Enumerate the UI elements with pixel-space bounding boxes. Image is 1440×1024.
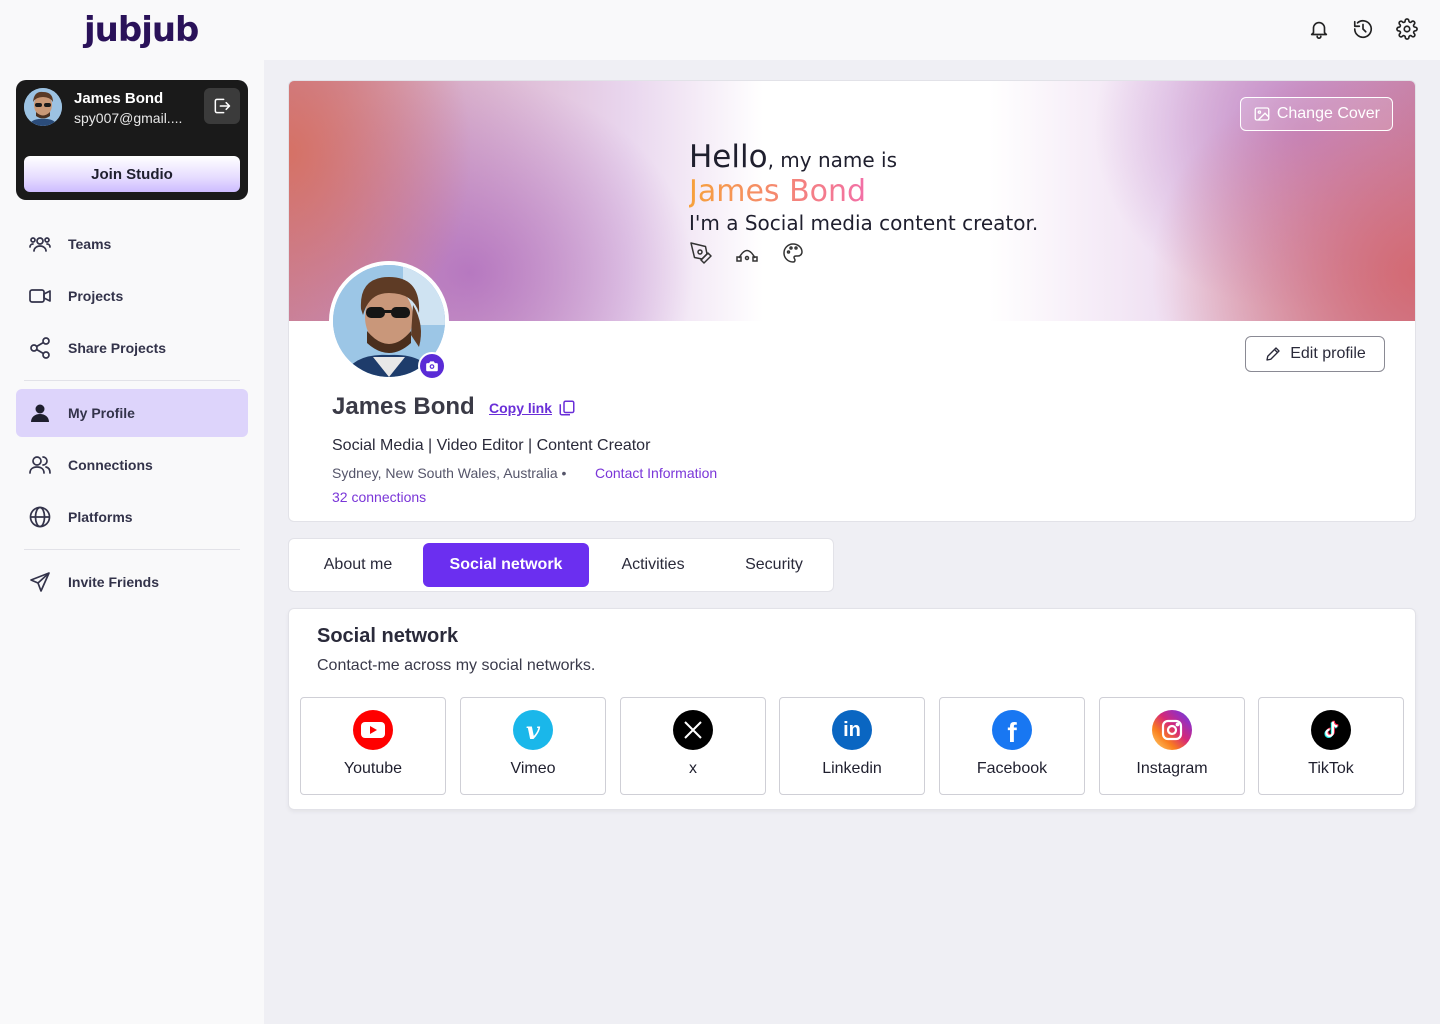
contact-information-link[interactable]: Contact Information [595, 465, 717, 481]
image-icon [1254, 107, 1270, 121]
platform-youtube[interactable]: Youtube [300, 697, 446, 795]
sidebar-item-label: Teams [68, 236, 112, 252]
sidebar-item-connections[interactable]: Connections [16, 441, 248, 489]
cover-icons [689, 241, 1038, 265]
platform-linkedin[interactable]: in Linkedin [779, 697, 925, 795]
youtube-icon [353, 710, 393, 750]
sidebar-item-label: Projects [68, 288, 124, 304]
copy-icon [559, 400, 575, 416]
instagram-icon [1152, 710, 1192, 750]
tab-social-network[interactable]: Social network [423, 543, 589, 587]
top-bar: jubjub [0, 0, 1440, 60]
edit-profile-label: Edit profile [1290, 345, 1366, 362]
cover-image: Change Cover Hello, my name is James Bon… [289, 81, 1415, 321]
app-logo[interactable]: jubjub [84, 10, 199, 50]
sidebar: James Bond spy007@gmail.... Join Studio … [0, 60, 264, 1024]
sidebar-item-label: Share Projects [68, 340, 167, 356]
platform-label: Facebook [976, 760, 1048, 777]
sidebar-item-share-projects[interactable]: Share Projects [16, 324, 248, 372]
bezier-curve-icon [736, 249, 758, 262]
pencil-icon [1266, 347, 1280, 361]
change-cover-label: Change Cover [1276, 105, 1380, 122]
section-title: Social network [317, 625, 459, 647]
user-name: James Bond [74, 90, 164, 107]
history-icon[interactable] [1350, 16, 1376, 42]
x-icon [673, 710, 713, 750]
vimeo-icon: v [513, 710, 553, 750]
cover-name: James Bond [689, 175, 1038, 209]
camera-icon [426, 361, 438, 372]
platform-label: Youtube [343, 760, 403, 777]
tab-about-me[interactable]: About me [293, 543, 423, 587]
hello-suffix: , my name is [767, 148, 898, 172]
divider [24, 549, 240, 550]
sidebar-item-platforms[interactable]: Platforms [16, 493, 248, 541]
linkedin-icon: in [832, 710, 872, 750]
logout-icon [214, 98, 231, 114]
change-cover-button[interactable]: Change Cover [1239, 97, 1393, 131]
platform-label: TikTok [1308, 760, 1354, 777]
person-icon [28, 401, 52, 425]
hello-text: Hello [689, 139, 768, 175]
change-photo-button[interactable] [418, 352, 446, 380]
cover-role: I'm a Social media content creator. [689, 211, 1039, 235]
sidebar-item-my-profile[interactable]: My Profile [16, 389, 248, 437]
tab-activities[interactable]: Activities [589, 543, 717, 587]
palette-icon [783, 243, 803, 263]
user-email: spy007@gmail.... [74, 110, 183, 126]
avatar[interactable] [24, 88, 62, 126]
sidebar-item-label: Platforms [68, 509, 133, 525]
sidebar-item-teams[interactable]: Teams [16, 220, 248, 268]
platform-vimeo[interactable]: v Vimeo [460, 697, 606, 795]
sidebar-item-label: My Profile [68, 405, 135, 421]
video-camera-icon [28, 284, 52, 308]
platform-label: x [689, 760, 697, 777]
top-actions [1306, 16, 1420, 42]
sidebar-item-label: Connections [68, 457, 153, 473]
profile-card: Change Cover Hello, my name is James Bon… [288, 80, 1416, 522]
logout-button[interactable] [204, 88, 240, 124]
platform-facebook[interactable]: f Facebook [939, 697, 1085, 795]
pen-tool-icon [690, 242, 712, 264]
send-icon [28, 570, 52, 594]
tiktok-icon [1311, 710, 1351, 750]
tab-security[interactable]: Security [717, 543, 831, 587]
divider [24, 380, 240, 381]
share-icon [28, 336, 52, 360]
platform-tiktok[interactable]: TikTok [1258, 697, 1404, 795]
platform-instagram[interactable]: Instagram [1099, 697, 1245, 795]
sidebar-item-label: Invite Friends [68, 574, 160, 590]
facebook-icon: f [992, 710, 1032, 750]
section-subtitle: Contact-me across my social networks. [317, 657, 596, 674]
copy-link-label: Copy link [489, 400, 553, 416]
platform-label: Vimeo [510, 760, 556, 777]
join-studio-button[interactable]: Join Studio [24, 156, 240, 192]
main-content: Change Cover Hello, my name is James Bon… [264, 60, 1440, 1024]
platform-label: Instagram [1136, 760, 1208, 777]
platform-x[interactable]: x [620, 697, 766, 795]
platform-label: Linkedin [822, 760, 882, 777]
users-icon [28, 453, 52, 477]
teams-icon [28, 232, 52, 256]
sidebar-item-invite-friends[interactable]: Invite Friends [16, 558, 248, 606]
profile-location: Sydney, New South Wales, Australia • [332, 465, 567, 481]
user-card: James Bond spy007@gmail.... Join Studio [16, 80, 248, 200]
social-network-card: Social network Contact-me across my soci… [288, 608, 1416, 810]
edit-profile-button[interactable]: Edit profile [1245, 336, 1385, 372]
profile-name: James Bond [332, 393, 475, 420]
globe-icon [28, 505, 52, 529]
copy-link[interactable]: Copy link [489, 399, 576, 417]
profile-headline: Social Media | Video Editor | Content Cr… [332, 437, 651, 454]
profile-tabs: About me Social network Activities Secur… [288, 538, 834, 592]
sidebar-item-projects[interactable]: Projects [16, 272, 248, 320]
bell-icon[interactable] [1306, 16, 1332, 42]
settings-icon[interactable] [1394, 16, 1420, 42]
cover-greeting: Hello, my name is James Bond I'm a Socia… [689, 139, 1038, 265]
connections-count-link[interactable]: 32 connections [332, 489, 426, 505]
